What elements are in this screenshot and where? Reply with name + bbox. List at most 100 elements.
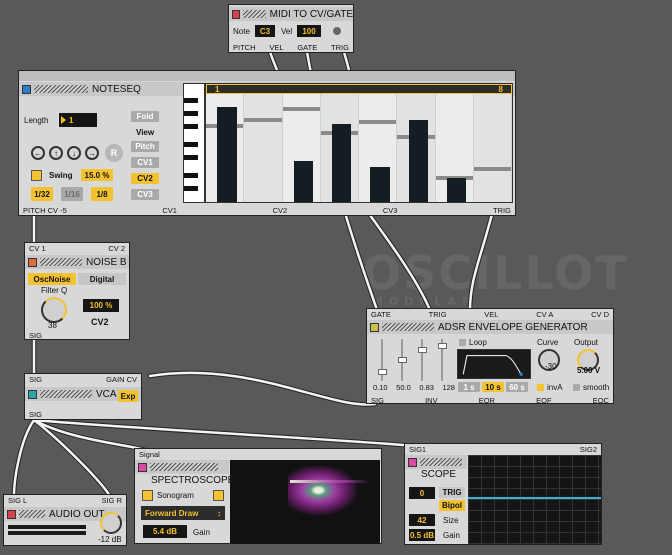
arrow-right-icon[interactable]: → bbox=[85, 146, 99, 160]
port-vel[interactable]: VEL bbox=[484, 310, 498, 319]
random-button[interactable]: R bbox=[105, 144, 123, 162]
sustain-slider[interactable] bbox=[416, 339, 428, 381]
filter-q-knob[interactable] bbox=[41, 297, 67, 323]
gain-value[interactable]: 0.5 dB bbox=[409, 529, 435, 541]
size-value[interactable]: 42 bbox=[409, 514, 435, 526]
port-sig-out[interactable]: SIG bbox=[29, 410, 42, 419]
module-led[interactable] bbox=[232, 9, 240, 19]
port-eof[interactable]: EOF bbox=[536, 396, 551, 405]
port-eoc[interactable]: EOC bbox=[593, 396, 609, 405]
step-bar[interactable] bbox=[217, 106, 237, 202]
time-60s[interactable]: 60 s bbox=[506, 382, 528, 392]
port-pitch-cv[interactable]: PITCH CV -5 bbox=[23, 206, 67, 215]
step-bar[interactable] bbox=[332, 124, 352, 202]
port-cv2[interactable]: CV 2 bbox=[108, 244, 125, 253]
division-1-32[interactable]: 1/32 bbox=[31, 187, 53, 201]
view-cv2[interactable]: CV2 bbox=[131, 173, 159, 184]
view-cv1[interactable]: CV1 bbox=[131, 157, 159, 168]
release-slider[interactable] bbox=[436, 339, 448, 381]
step-marker[interactable] bbox=[244, 117, 282, 122]
port-sig[interactable]: SIG bbox=[29, 331, 42, 340]
view-cv3[interactable]: CV3 bbox=[131, 189, 159, 200]
port-sig[interactable]: SIG bbox=[371, 396, 384, 405]
module-led[interactable] bbox=[138, 462, 147, 472]
piano-keyboard[interactable] bbox=[183, 83, 205, 203]
mode-oscnoise[interactable]: OscNoise bbox=[28, 273, 76, 285]
offset-value[interactable]: 0 bbox=[409, 487, 435, 499]
module-led[interactable] bbox=[28, 389, 37, 399]
arrow-left-icon[interactable]: ← bbox=[31, 146, 45, 160]
port-gate[interactable]: GATE bbox=[297, 43, 317, 52]
port-sig2[interactable]: SIG2 bbox=[580, 445, 597, 454]
step-column[interactable] bbox=[320, 94, 359, 202]
step-bar[interactable] bbox=[370, 167, 390, 202]
loop-checkbox[interactable] bbox=[459, 339, 466, 346]
midi-to-cv-module[interactable]: MIDI TO CV/GATE Note C3 Vel 100 PITCH VE… bbox=[228, 4, 354, 53]
port-trig[interactable]: TRIG bbox=[429, 310, 447, 319]
port-trig[interactable]: TRIG bbox=[331, 43, 349, 52]
step-bar[interactable] bbox=[408, 119, 428, 202]
level-value[interactable]: 100 % bbox=[83, 299, 119, 312]
port-cv1[interactable]: CV 1 bbox=[29, 244, 46, 253]
audio-out-module[interactable]: SIG L SIG R AUDIO OUT -12 dB bbox=[3, 494, 127, 546]
attack-slider[interactable] bbox=[376, 339, 388, 381]
step-grid[interactable]: 1 8 bbox=[205, 83, 513, 203]
drag-handle[interactable] bbox=[150, 463, 218, 471]
fold-button[interactable]: Fold bbox=[131, 111, 159, 122]
step-column[interactable] bbox=[473, 94, 512, 202]
drag-handle[interactable] bbox=[242, 10, 266, 18]
port-cv3[interactable]: CV3 bbox=[383, 206, 398, 215]
drag-handle[interactable] bbox=[19, 510, 45, 518]
swing-toggle[interactable] bbox=[31, 170, 42, 181]
drag-handle[interactable] bbox=[40, 258, 82, 266]
exp-button[interactable]: Exp bbox=[118, 390, 138, 402]
port-gate[interactable]: GATE bbox=[371, 310, 391, 319]
adsr-module[interactable]: GATE TRIG VEL CV A CV D ADSR ENVELOPE GE… bbox=[366, 308, 614, 405]
step-column[interactable] bbox=[435, 94, 474, 202]
module-led[interactable] bbox=[28, 257, 37, 267]
port-vel[interactable]: VEL bbox=[269, 43, 283, 52]
port-signal[interactable]: Signal bbox=[139, 450, 160, 459]
arrow-up-icon[interactable]: ↑ bbox=[49, 146, 63, 160]
port-cv2[interactable]: CV2 bbox=[273, 206, 288, 215]
drag-handle[interactable] bbox=[420, 458, 462, 466]
module-led[interactable] bbox=[370, 322, 379, 332]
vel-value[interactable]: 100 bbox=[297, 25, 321, 37]
step-marker[interactable] bbox=[473, 167, 511, 172]
arrow-down-icon[interactable]: ↓ bbox=[67, 146, 81, 160]
drag-handle[interactable] bbox=[34, 85, 88, 93]
swing-value[interactable]: 15.0 % bbox=[81, 169, 113, 181]
step-column[interactable] bbox=[206, 94, 245, 202]
port-gain-cv[interactable]: GAIN CV bbox=[106, 375, 137, 384]
step-marker[interactable] bbox=[359, 119, 397, 124]
time-1s[interactable]: 1 s bbox=[458, 382, 480, 392]
step-bar[interactable] bbox=[446, 178, 467, 202]
noise-b-module[interactable]: CV 1 CV 2 NOISE B OscNoise Digital Filte… bbox=[24, 242, 130, 340]
drag-handle[interactable] bbox=[382, 323, 434, 331]
step-column[interactable] bbox=[359, 94, 398, 202]
spectroscope-module[interactable]: Signal SPECTROSCOPE Sonogram Forward Dra… bbox=[134, 448, 382, 544]
direction-dropdown[interactable]: Forward Draw ↕ bbox=[141, 506, 225, 520]
second-toggle[interactable] bbox=[213, 490, 224, 501]
time-10s[interactable]: 10 s bbox=[482, 382, 504, 392]
port-trig[interactable]: TRIG bbox=[493, 206, 511, 215]
port-pitch[interactable]: PITCH bbox=[233, 43, 256, 52]
bipol-button[interactable]: Bipol bbox=[439, 500, 465, 511]
port-cv-d[interactable]: CV D bbox=[591, 310, 609, 319]
patch-canvas[interactable]: OSCILLOT MODULAR SYNTHESIZER bbox=[0, 0, 672, 555]
step-column[interactable] bbox=[244, 94, 283, 202]
port-sig-r[interactable]: SIG R bbox=[102, 496, 122, 505]
division-1-8[interactable]: 1/8 bbox=[91, 187, 113, 201]
smooth-checkbox[interactable] bbox=[573, 384, 580, 391]
sonogram-toggle[interactable] bbox=[142, 490, 153, 501]
module-led[interactable] bbox=[7, 509, 16, 519]
view-pitch[interactable]: Pitch bbox=[131, 141, 159, 152]
port-sig-l[interactable]: SIG L bbox=[8, 496, 27, 505]
port-cv-a[interactable]: CV A bbox=[536, 310, 553, 319]
module-led[interactable] bbox=[22, 84, 31, 94]
port-cv1[interactable]: CV1 bbox=[162, 206, 177, 215]
mode-digital[interactable]: Digital bbox=[78, 273, 126, 285]
gain-value[interactable]: 5.4 dB bbox=[143, 525, 187, 538]
step-marker[interactable] bbox=[282, 106, 320, 111]
step-column[interactable] bbox=[282, 94, 321, 202]
